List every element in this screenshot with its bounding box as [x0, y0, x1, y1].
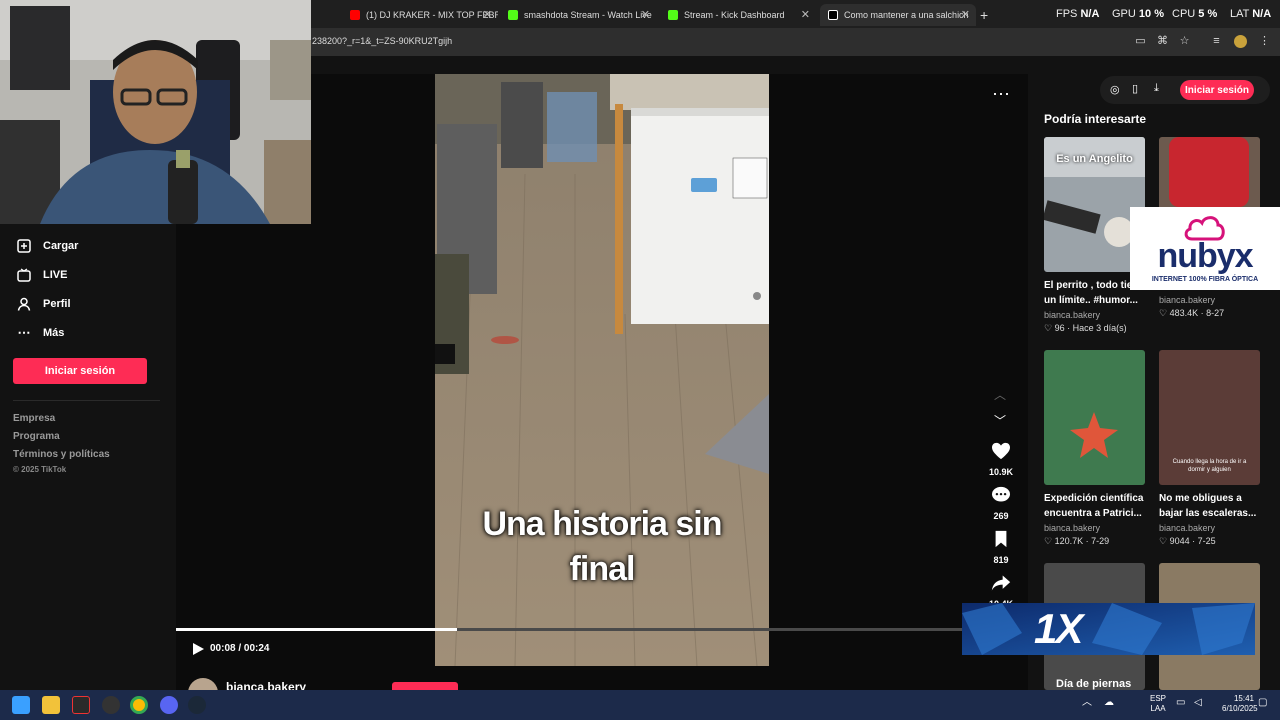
- heart-icon: [992, 442, 1010, 460]
- file-explorer-icon[interactable]: [42, 696, 60, 714]
- screen: { "browser": { "tabs": [ {"title": "(1) …: [0, 0, 1280, 720]
- comment-icon: [992, 486, 1010, 502]
- chevron-up-icon[interactable]: ︿: [994, 386, 1006, 403]
- share-icon: [991, 575, 1011, 591]
- new-tab-button[interactable]: +: [980, 4, 998, 26]
- footer-link-terms[interactable]: Términos y políticas: [13, 449, 110, 460]
- save-button[interactable]: 819: [985, 530, 1017, 565]
- sidebar: Cargar LIVE Perfil ⋯ Más Iniciar sesión …: [0, 224, 176, 690]
- network-icon[interactable]: ▭: [1176, 698, 1185, 708]
- tab-title: smashdota Stream - Watch Live: [524, 10, 652, 20]
- sidebar-item-upload[interactable]: Cargar: [16, 236, 78, 256]
- follow-button[interactable]: [392, 682, 458, 690]
- tab-title: (1) DJ KRAKER - MIX TOP FEBR: [366, 10, 498, 20]
- play-icon[interactable]: [191, 642, 205, 656]
- video-thumbnail: [1044, 350, 1145, 485]
- tab-youtube[interactable]: (1) DJ KRAKER - MIX TOP FEBR ✕: [342, 4, 498, 26]
- clock[interactable]: 15:41 6/10/2025: [1222, 694, 1258, 714]
- divider: [13, 400, 160, 401]
- copyright: © 2025 TikTok: [13, 465, 67, 474]
- chevron-down-icon[interactable]: ﹀: [994, 412, 1006, 429]
- login-button-top[interactable]: Iniciar sesión: [1180, 80, 1254, 100]
- gpu-readout: GPU 10 %: [1112, 8, 1164, 20]
- footer-link-programa[interactable]: Programa: [13, 431, 60, 442]
- lat-readout: LAT N/A: [1230, 8, 1272, 20]
- onex-ad: 1X: [962, 603, 1255, 655]
- sidebar-item-profile[interactable]: Perfil: [16, 294, 71, 314]
- comment-button[interactable]: 269: [985, 486, 1017, 521]
- cloud-icon[interactable]: ☁: [1104, 698, 1114, 708]
- author-row: bianca.bakery: [176, 666, 1028, 690]
- login-button[interactable]: Iniciar sesión: [13, 358, 147, 384]
- video-card[interactable]: Expedición científica encuentra a Patric…: [1044, 350, 1145, 547]
- kick-icon: [508, 10, 518, 20]
- bookmark-icon: [995, 530, 1007, 548]
- more-icon: ⋯: [17, 325, 31, 340]
- compass-icon[interactable]: ◎: [1110, 83, 1120, 96]
- like-count: 10.9K: [988, 467, 1014, 477]
- close-tab-icon[interactable]: ✕: [801, 8, 810, 21]
- app-icon[interactable]: [102, 696, 120, 714]
- kick-icon: [668, 10, 678, 20]
- video-caption: Una historia sin final: [482, 505, 722, 588]
- author-name[interactable]: bianca.bakery: [226, 680, 306, 690]
- video-card[interactable]: Cuando llega la hora de ir a dormir y al…: [1159, 350, 1260, 547]
- progress-fill: [176, 628, 458, 631]
- tab-title: Como mantener a una salchich: [844, 10, 969, 20]
- cpu-readout: CPU 5 %: [1172, 8, 1218, 20]
- fps-readout: FPS N/A: [1056, 8, 1100, 20]
- sidebar-item-more[interactable]: ⋯ Más: [16, 323, 65, 343]
- close-tab-icon[interactable]: ✕: [483, 8, 492, 21]
- language-indicator[interactable]: ESP LAA: [1150, 694, 1166, 714]
- live-icon: [16, 267, 32, 283]
- discord-icon[interactable]: [160, 696, 178, 714]
- close-tab-icon[interactable]: ✕: [641, 8, 650, 21]
- author-avatar[interactable]: [188, 678, 218, 690]
- like-button[interactable]: 10.9K: [985, 442, 1017, 477]
- cast-icon[interactable]: ▭: [1134, 35, 1147, 48]
- video-progress-bar[interactable]: [176, 628, 1028, 631]
- steam-icon[interactable]: [188, 696, 206, 714]
- youtube-icon: [350, 10, 360, 20]
- upload-icon: [16, 238, 32, 254]
- tab-title: Stream - Kick Dashboard: [684, 10, 785, 20]
- menu-kebab-icon[interactable]: ⋮: [1258, 35, 1271, 48]
- comment-count: 269: [993, 511, 1009, 521]
- tab-kick-dashboard[interactable]: Stream - Kick Dashboard ✕: [660, 4, 816, 26]
- profile-icon: [16, 296, 32, 312]
- video-thumbnail: Cuando llega la hora de ir a dormir y al…: [1159, 350, 1260, 485]
- footer-link-empresa[interactable]: Empresa: [13, 413, 55, 424]
- bookmark-star-icon[interactable]: ☆: [1178, 35, 1191, 48]
- download-icon[interactable]: ⤓: [1154, 82, 1159, 95]
- reading-list-icon[interactable]: ≡: [1210, 35, 1223, 48]
- sidebar-item-live[interactable]: LIVE: [16, 265, 67, 285]
- tiktok-icon: [828, 10, 838, 20]
- save-count: 819: [993, 555, 1009, 565]
- tab-smashdota[interactable]: smashdota Stream - Watch Live ✕: [500, 4, 656, 26]
- heart-outline-icon: ♡: [1159, 308, 1168, 318]
- avatar[interactable]: [1234, 35, 1247, 48]
- url-field[interactable]: 238200?_r=1&_t=ZS-90KRU2Tgijh: [312, 36, 452, 46]
- start-icon[interactable]: [12, 696, 30, 714]
- heart-outline-icon: ♡: [1159, 536, 1168, 546]
- translate-icon[interactable]: ⌘: [1156, 35, 1169, 48]
- video-time: 00:08 / 00:24: [210, 643, 270, 654]
- webcam-overlay: [0, 0, 311, 224]
- app-icon[interactable]: [72, 696, 90, 714]
- chevron-up-icon[interactable]: ︿: [1082, 698, 1092, 708]
- section-title: Podría interesarte: [1044, 112, 1147, 126]
- mobile-icon[interactable]: ▯: [1132, 82, 1138, 95]
- tab-tiktok[interactable]: Como mantener a una salchich ✕: [820, 4, 976, 26]
- nubyx-ad: nubyx INTERNET 100% FIBRA ÓPTICA: [1130, 207, 1280, 290]
- close-tab-icon[interactable]: ✕: [961, 8, 970, 21]
- heart-outline-icon: ♡: [1044, 323, 1053, 333]
- notification-icon[interactable]: ▢: [1258, 698, 1267, 708]
- volume-icon[interactable]: ◁: [1194, 698, 1202, 708]
- chrome-icon[interactable]: [130, 696, 148, 714]
- heart-outline-icon: ♡: [1044, 536, 1053, 546]
- more-options-icon[interactable]: ⋯: [992, 84, 1010, 105]
